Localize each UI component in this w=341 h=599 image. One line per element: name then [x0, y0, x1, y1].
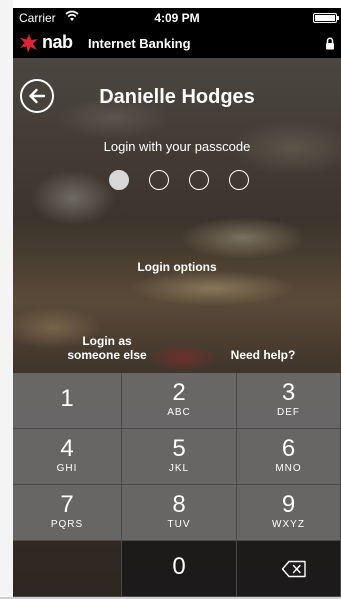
key-0[interactable]: 0 — [122, 541, 237, 597]
key-digit: 2 — [172, 379, 186, 406]
key-letters: TUV — [167, 519, 191, 530]
brand-wordmark: nab — [42, 32, 73, 52]
user-name: Danielle Hodges — [99, 86, 255, 108]
key-5[interactable]: 5 JKL — [122, 429, 237, 485]
key-digit: 8 — [172, 491, 186, 518]
key-letters: GHI — [56, 463, 78, 474]
passcode-dots — [109, 170, 249, 192]
login-else-line-1: Login as — [82, 334, 132, 348]
status-bar: Carrier 4:09 PM — [13, 8, 341, 28]
key-1[interactable]: 1 — [13, 373, 122, 429]
key-letters: ABC — [167, 407, 191, 418]
key-letters: PQRS — [50, 519, 84, 530]
key-digit: 6 — [281, 435, 296, 462]
key-letters: WXYZ — [272, 519, 305, 530]
key-digit: 5 — [172, 435, 186, 462]
key-6[interactable]: 6 MNO — [237, 429, 341, 485]
screen-gutter — [0, 0, 13, 599]
key-9[interactable]: 9 WXYZ — [237, 485, 341, 541]
key-letters: MNO — [275, 463, 302, 474]
key-letters: JKL — [168, 463, 190, 474]
backspace-icon — [281, 560, 306, 578]
key-3[interactable]: 3 DEF — [237, 373, 341, 429]
passcode-dot — [109, 170, 129, 190]
phone-screen: Carrier 4:09 PM nab Internet Banking Dan… — [13, 8, 341, 599]
passcode-prompt: Login with your passcode — [103, 139, 251, 154]
key-8[interactable]: 8 TUV — [122, 485, 237, 541]
passcode-dot — [189, 170, 209, 190]
passcode-dot — [149, 170, 169, 190]
key-blank — [13, 541, 122, 597]
login-options-button[interactable]: Login options — [13, 260, 341, 274]
key-2[interactable]: 2 ABC — [122, 373, 237, 429]
numeric-keypad: 1 2 ABC 3 DEF 4 GHI 5 JKL 6 MNO 7 PQRS 8… — [13, 373, 341, 599]
need-help-link[interactable]: Need help? — [213, 348, 313, 362]
status-time: 4:09 PM — [154, 11, 200, 25]
delete-key[interactable] — [237, 541, 341, 597]
key-4[interactable]: 4 GHI — [13, 429, 122, 485]
key-digit: 9 — [281, 491, 296, 518]
passcode-dot — [229, 170, 249, 190]
key-digit: 3 — [281, 379, 296, 406]
key-letters: DEF — [277, 407, 300, 418]
nav-bar: nab Internet Banking — [13, 28, 341, 58]
login-else-line-2: someone else — [67, 348, 147, 362]
lock-icon — [326, 37, 334, 50]
key-digit: 0 — [172, 553, 186, 580]
login-as-someone-else-link[interactable]: Login as someone else — [47, 334, 167, 362]
nab-star-icon — [20, 34, 38, 53]
key-digit: 7 — [60, 491, 74, 518]
key-digit: 4 — [60, 435, 74, 462]
battery-icon — [313, 13, 339, 23]
nav-title: Internet Banking — [88, 36, 191, 51]
key-digit: 1 — [60, 385, 74, 412]
key-7[interactable]: 7 PQRS — [13, 485, 122, 541]
